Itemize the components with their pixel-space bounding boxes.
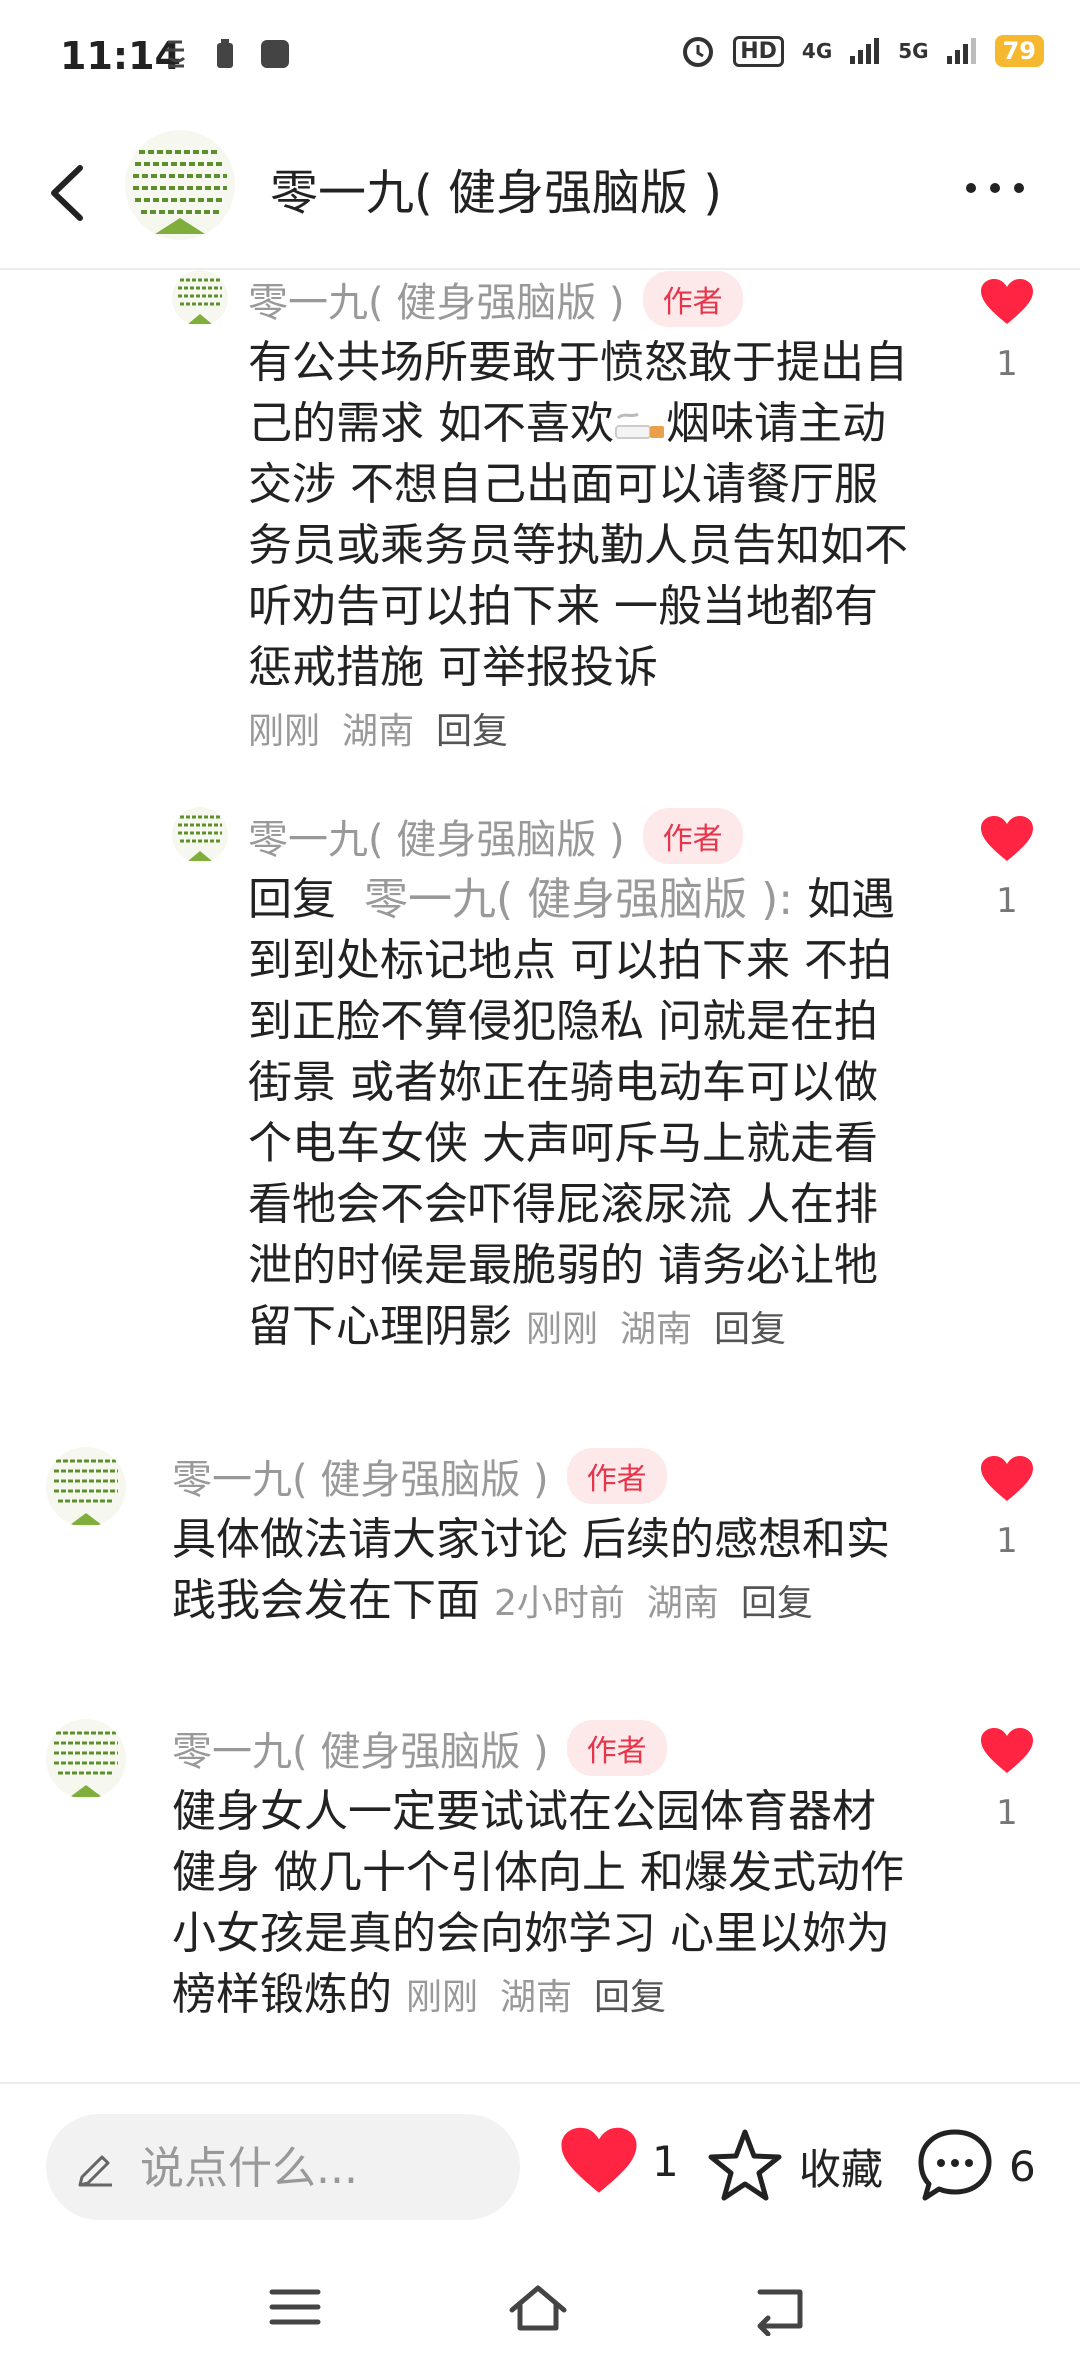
comment-avatar[interactable] [172,807,228,863]
avatar-image [125,130,235,240]
alarm-icon [683,37,714,67]
comment-text: 健身女人一定要试试在公园体育器材健身 做几十个引体向上 和爆发式动作 小女孩是真… [172,1786,904,2020]
avatar-image [46,1447,126,1527]
comment-author[interactable]: 零一九( 健身强脑版 ) [172,1719,549,1777]
bottom-action-bar: 1 收藏 6 [0,2082,1080,2254]
header: 零一九( 健身强脑版 ) [0,118,1080,270]
comment-text: 具体做法请大家讨论 后续的感想和实践我会发在下面 2小时前 湖南 回复 [172,1514,890,1626]
comment-item: 零一九( 健身强脑版 ) 作者 有公共场所要敢于愤怒敢于提出自己的需求 如不喜欢… [0,270,1080,790]
comment-avatar[interactable] [172,270,228,326]
comment-location: 湖南 [646,1583,719,1624]
comment-author[interactable]: 零一九( 健身强脑版 ) [172,1447,549,1505]
avatar-image [46,1719,126,1799]
page-title: 零一九( 健身强脑版 ) [270,165,722,221]
home-icon [509,2285,567,2331]
signal-bars-icon [850,38,880,64]
avatar-image [172,807,228,863]
comment-location: 湖南 [620,1309,693,1350]
like-count: 1 [996,1793,1018,1833]
heart-icon [981,279,1033,324]
return-icon [757,2289,803,2337]
status-bar: 11:14 HD 4G 5G 79 [0,0,1080,110]
comment-input[interactable] [138,2132,502,2204]
comment-like-button[interactable]: 1 [972,1455,1042,1561]
nav-menu-button[interactable] [266,2282,336,2342]
app-square-icon [261,40,289,68]
signal-5g: 5G [898,39,929,63]
cigarette-emoji-icon [615,412,664,439]
comment-location: 湖南 [342,711,415,752]
comment-time: 刚刚 [248,711,321,752]
comment-text: 回复 零一九( 健身强脑版 ): 如遇到到处标记地点 可以拍下来 不拍到正脸不算… [248,874,896,1352]
back-button[interactable] [40,158,100,228]
comment-item: 零一九( 健身强脑版 ) 作者 具体做法请大家讨论 后续的感想和实践我会发在下面… [0,1447,1080,1667]
nav-home-button[interactable] [506,2282,576,2342]
author-badge: 作者 [642,808,743,864]
chevron-left-icon [51,165,83,221]
like-count: 1 [996,344,1018,384]
heart-icon [561,2127,637,2193]
comment-author[interactable]: 零一九( 健身强脑版 ) [248,807,625,865]
post-like-count: 1 [652,2136,679,2186]
comment-like-button[interactable]: 1 [972,278,1042,384]
reply-button[interactable]: 回复 [436,711,508,752]
notification-app-icon [166,40,186,68]
heart-icon [981,1728,1033,1773]
heart-icon [981,1456,1033,1501]
heart-icon [981,816,1033,861]
comments-button[interactable]: 6 [915,2126,1036,2206]
comment-avatar[interactable] [46,1447,126,1527]
comment-text: 有公共场所要敢于愤怒敢于提出自己的需求 如不喜欢 烟味请主动交涉 不想自己出面可以… [248,337,908,693]
reply-button[interactable]: 回复 [741,1583,813,1624]
comment-location: 湖南 [500,1977,573,2018]
comment-time: 刚刚 [406,1977,479,2018]
reply-button[interactable]: 回复 [714,1309,786,1350]
favorite-label: 收藏 [799,2144,884,2194]
comment-input-box[interactable] [46,2114,520,2220]
author-badge: 作者 [566,1720,667,1776]
comment-count: 6 [1009,2141,1036,2191]
reply-to-author[interactable]: 零一九( 健身强脑版 ): [364,874,793,925]
comment-list: 零一九( 健身强脑版 ) 作者 有公共场所要敢于愤怒敢于提出自己的需求 如不喜欢… [0,270,1080,2080]
signal-4g: 4G [801,39,833,63]
comment-like-button[interactable]: 1 [972,815,1042,921]
reply-button[interactable]: 回复 [594,1977,666,2018]
chat-bubble-icon [918,2129,992,2201]
comment-author[interactable]: 零一九( 健身强脑版 ) [248,270,625,328]
favorite-button[interactable]: 收藏 [705,2126,883,2206]
post-like-button[interactable]: 1 [560,2126,679,2196]
pencil-icon [78,2155,112,2187]
signal-bars-icon [946,38,976,64]
author-badge: 作者 [642,271,743,327]
more-dots-icon [966,183,1024,193]
battery-small-icon [217,39,233,68]
comment-time: 刚刚 [526,1309,599,1350]
comment-like-button[interactable]: 1 [972,1727,1042,1833]
more-button[interactable] [960,158,1030,218]
like-count: 1 [996,881,1018,921]
like-count: 1 [996,1521,1018,1561]
author-badge: 作者 [566,1448,667,1504]
menu-icon [269,2289,321,2325]
author-avatar[interactable] [125,130,235,240]
comment-time: 2小时前 [494,1583,625,1624]
system-nav-bar [0,2252,1080,2376]
comment-item: 零一九( 健身强脑版 ) 作者 健身女人一定要试试在公园体育器材健身 做几十个引… [0,1719,1080,2059]
avatar-image [172,270,228,326]
battery-level: 79 [994,35,1044,67]
comment-avatar[interactable] [46,1719,126,1799]
hd-indicator: HD [733,35,784,67]
comment-item: 零一九( 健身强脑版 ) 作者 回复 零一九( 健身强脑版 ): 如遇到到处标记… [0,807,1080,1367]
nav-back-button[interactable] [750,2282,820,2342]
star-icon [708,2129,782,2201]
reply-prefix: 回复 [248,874,336,925]
